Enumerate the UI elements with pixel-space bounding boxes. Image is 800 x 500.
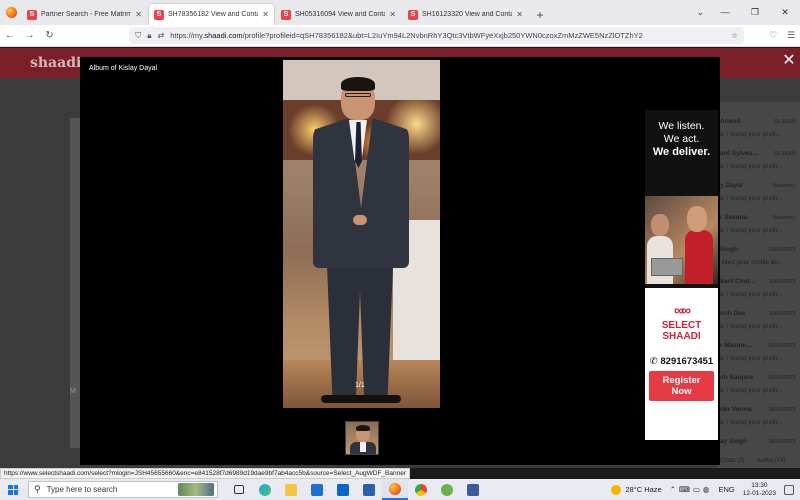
window-controls: — ❐ ✕ xyxy=(710,0,800,25)
address-bar[interactable]: ⛉ 🔒︎ ⇄ https://my.shaadi.com/profile?pro… xyxy=(129,27,745,44)
tab-sh05316094[interactable]: S SH05316094 View and Contact C ✕ xyxy=(276,4,401,25)
tab-close-icon[interactable]: ✕ xyxy=(516,10,523,19)
register-now-button[interactable]: Register Now xyxy=(649,371,714,401)
firefox-taskbar-icon[interactable] xyxy=(382,479,408,500)
link-status-url: https://www.selectshaadi.com/select?mlog… xyxy=(0,468,411,479)
shaadi-favicon-icon: S xyxy=(154,9,164,20)
app-menu-icon[interactable]: ☰ xyxy=(782,30,800,41)
chat-item[interactable]: kant Chet... 10/01/2023 lo, I found your p… xyxy=(718,276,800,308)
profile-photo[interactable]: 1/1 xyxy=(283,60,440,408)
task-view-icon[interactable] xyxy=(226,479,252,500)
chat-item[interactable]: ard Sylves... 11:18AM lo, I found your pro… xyxy=(718,148,800,180)
tab-partner-search[interactable]: S Partner Search - Free Matrimonial ✕ xyxy=(22,4,147,25)
word-icon[interactable] xyxy=(356,479,382,500)
tray-icons[interactable]: ⌃⌨▭◍ xyxy=(670,485,713,494)
windows-taskbar: ⚲ Type here to search 28°C Haze ⌃⌨▭◍ ENG… xyxy=(0,479,800,500)
shaadi-favicon-icon: S xyxy=(27,9,37,20)
tab-sh16123320[interactable]: S SH16123320 View and Contact C ✕ xyxy=(403,4,528,25)
forward-arrow-icon[interactable]: → xyxy=(20,30,40,41)
window-close-icon[interactable]: ✕ xyxy=(770,0,800,25)
ad-image xyxy=(645,196,718,284)
chat-item[interactable]: der Verma 08/01/2023 lo, I found your prof… xyxy=(718,404,800,436)
chat-item[interactable]: osh Das 10/01/2023 lo, I found your profil… xyxy=(718,308,800,340)
album-title: Album of Kislay Dayal xyxy=(89,65,158,72)
taskbar-search-input[interactable]: ⚲ Type here to search xyxy=(28,481,218,498)
ad-brand: SELECT SHAADI xyxy=(661,320,702,342)
whatsapp-icon: ✆ xyxy=(649,356,661,367)
firefox-menu-icon[interactable] xyxy=(0,0,22,25)
reload-icon[interactable]: ↻ xyxy=(40,30,60,41)
chat-item[interactable]: r Mazum... 09/01/2023 lo, I found your pro… xyxy=(718,340,800,372)
select-shaadi-logo-icon: ∞∞ xyxy=(674,302,691,318)
tab-sh78356182[interactable]: S SH78356182 View and Contact D ✕ xyxy=(149,4,274,25)
active-tab[interactable]: Active (74) xyxy=(757,458,786,468)
chat-item[interactable]: r Saxena Yesterday lo, I found your profil… xyxy=(718,212,800,244)
back-arrow-icon[interactable]: ← xyxy=(0,30,20,41)
tab-close-icon[interactable]: ✕ xyxy=(135,10,142,19)
site-logo: shaadi xyxy=(30,55,82,71)
file-explorer-icon[interactable] xyxy=(278,479,304,500)
edge-icon[interactable] xyxy=(252,479,278,500)
chat-item[interactable]: y Dayal Yesterday lo, I found your profil.… xyxy=(718,180,800,212)
language-indicator[interactable]: ENG xyxy=(718,485,734,494)
taskbar-clock[interactable]: 13:30 12-01-2023 xyxy=(743,482,776,498)
notification-icon[interactable] xyxy=(784,484,794,495)
bookmark-star-icon[interactable]: ☆ xyxy=(731,31,738,40)
list-all-tabs-chevron-icon[interactable]: ⌄ xyxy=(696,0,704,25)
restore-icon[interactable]: ❐ xyxy=(740,0,770,25)
page-left-label: M xyxy=(70,388,76,395)
new-tab-plus-icon[interactable]: + xyxy=(530,4,550,25)
search-highlight-image xyxy=(178,483,214,496)
shaadi-favicon-icon: S xyxy=(408,9,418,20)
photo-counter: 1/1 xyxy=(355,382,365,389)
chat-list: Anand 11:20AM lo, I found your profi... ar… xyxy=(718,102,800,468)
mail-icon[interactable] xyxy=(330,479,356,500)
weather-sun-icon xyxy=(611,484,622,495)
shaadi-favicon-icon: S xyxy=(281,9,291,20)
pocket-icon[interactable]: ♡ xyxy=(764,30,782,41)
ad-phone: ✆ 8291673451 xyxy=(649,356,714,367)
shield-icon[interactable]: ⛉ xyxy=(135,31,141,41)
windows-start-icon[interactable] xyxy=(0,479,26,500)
tab-close-icon[interactable]: ✕ xyxy=(262,10,269,19)
lock-icon[interactable]: 🔒︎ xyxy=(147,31,151,41)
lightbox-close-icon[interactable]: ✕ xyxy=(780,52,798,70)
weather-widget[interactable]: 28°C Haze xyxy=(611,484,662,495)
paint-icon[interactable] xyxy=(434,479,460,500)
tab-close-icon[interactable]: ✕ xyxy=(389,10,396,19)
chat-footer: Chats (3) Active (74) xyxy=(718,458,800,468)
photo-album-lightbox: Album of Kislay Dayal 1/1 xyxy=(80,57,720,465)
url-text: https://my.shaadi.com/profile?profileid=… xyxy=(170,31,643,40)
chats-tab[interactable]: Chats (3) xyxy=(720,458,745,468)
system-tray: 28°C Haze ⌃⌨▭◍ ENG 13:30 12-01-2023 xyxy=(611,479,800,500)
chrome-icon[interactable] xyxy=(408,479,434,500)
ad-tagline: We listen. We act. We deliver. xyxy=(652,120,711,158)
photo-thumbnail[interactable] xyxy=(345,421,379,455)
chat-item[interactable]: Singh 12/01/2023 I liked your profile an..… xyxy=(718,244,800,276)
app-icon[interactable] xyxy=(460,479,486,500)
minimize-icon[interactable]: — xyxy=(710,0,740,25)
profile-sidebar xyxy=(70,118,80,448)
chat-item[interactable]: sh Banjare 09/01/2023 lo, I found your pro… xyxy=(718,372,800,404)
chat-item[interactable]: Anand 11:20AM lo, I found your profi... xyxy=(718,116,800,148)
select-shaadi-ad-banner[interactable]: We listen. We act. We deliver. ∞∞ SELECT… xyxy=(645,110,718,440)
search-icon: ⚲ xyxy=(34,484,41,494)
permissions-icon[interactable]: ⇄ xyxy=(158,31,165,40)
browser-tab-bar: S Partner Search - Free Matrimonial ✕ S … xyxy=(0,0,800,25)
browser-nav-bar: ← → ↻ ⛉ 🔒︎ ⇄ https://my.shaadi.com/profi… xyxy=(0,25,800,47)
store-icon[interactable] xyxy=(304,479,330,500)
